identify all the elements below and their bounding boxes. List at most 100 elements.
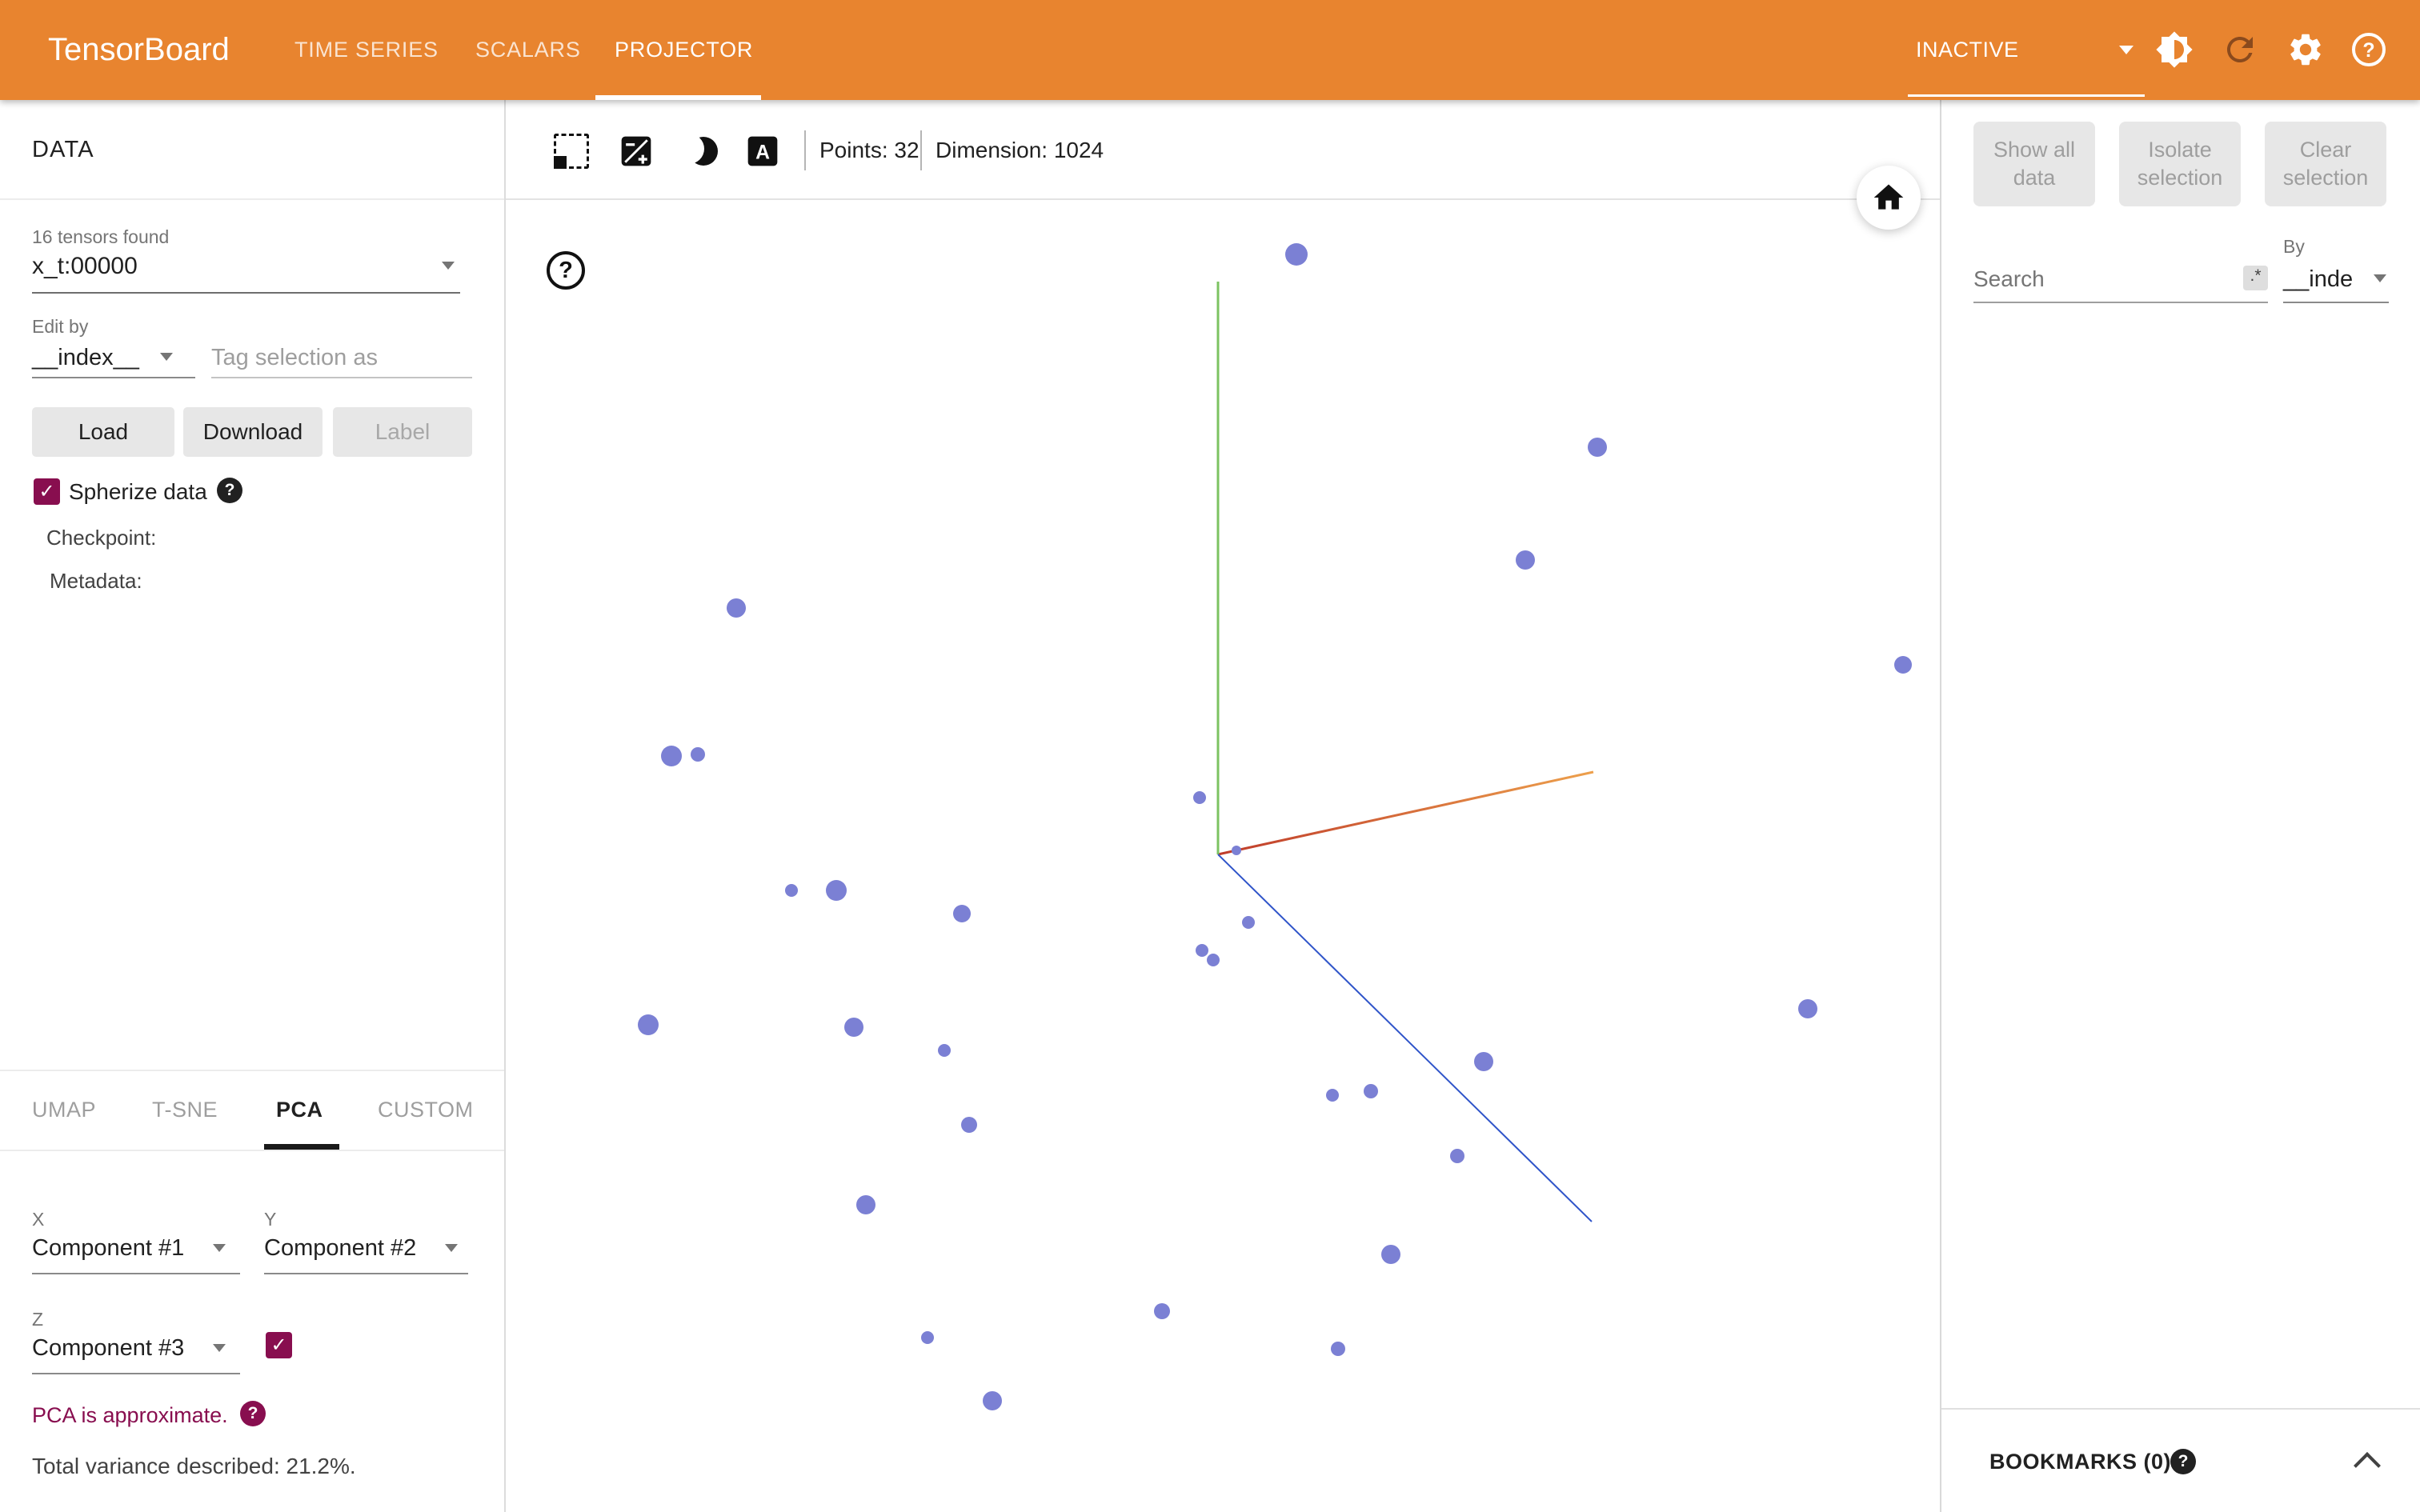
projection-scatter[interactable]	[506, 100, 1940, 1512]
help-icon[interactable]: ?	[2350, 30, 2388, 69]
data-point[interactable]	[1326, 1089, 1339, 1102]
pca-approximate-note: PCA is approximate.	[32, 1403, 228, 1428]
show-all-data-button: Show all data	[1973, 122, 2095, 206]
clear-selection-button: Clear selection	[2265, 122, 2386, 206]
data-point[interactable]	[953, 905, 971, 922]
tab-pca[interactable]: PCA	[276, 1089, 323, 1130]
data-point[interactable]	[1588, 438, 1607, 457]
bookmarks-bar: BOOKMARKS (0) ?	[1941, 1408, 2420, 1512]
data-point[interactable]	[1285, 243, 1308, 266]
help-icon[interactable]: ?	[217, 478, 242, 503]
data-point[interactable]	[1331, 1342, 1345, 1356]
active-tab-underline	[595, 95, 761, 100]
reset-view-button[interactable]	[1857, 166, 1921, 230]
tab-time-series[interactable]: TIME SERIES	[294, 0, 439, 100]
svg-text:?: ?	[2362, 39, 2374, 62]
data-point[interactable]	[785, 884, 798, 897]
data-point[interactable]	[826, 880, 847, 901]
data-point[interactable]	[1193, 791, 1206, 804]
data-point[interactable]	[921, 1331, 934, 1344]
label-button: Label	[333, 407, 472, 457]
refresh-icon[interactable]	[2221, 30, 2259, 69]
tab-tsne[interactable]: T-SNE	[152, 1089, 218, 1130]
variance-note: Total variance described: 21.2%.	[32, 1454, 356, 1479]
search-input[interactable]	[1973, 257, 2238, 302]
chevron-down-icon[interactable]	[213, 1244, 226, 1252]
status-underline	[1908, 94, 2145, 97]
z-enabled-checkbox[interactable]: ✓	[266, 1332, 292, 1358]
data-point[interactable]	[1154, 1303, 1170, 1319]
data-point[interactable]	[1364, 1084, 1378, 1098]
data-point[interactable]	[1207, 954, 1220, 966]
labels-icon[interactable]: A	[745, 134, 780, 169]
chevron-down-icon[interactable]	[2374, 274, 2386, 282]
edit-by-select[interactable]: __index__	[32, 340, 139, 375]
bookmarks-title: BOOKMARKS (0)	[1989, 1410, 2171, 1512]
component-x-select[interactable]: Component #1	[32, 1230, 184, 1266]
data-point[interactable]	[1894, 656, 1912, 674]
chevron-down-icon[interactable]	[445, 1244, 458, 1252]
night-mode-icon[interactable]	[683, 134, 719, 169]
data-point[interactable]	[1516, 550, 1535, 570]
underline	[1973, 302, 2268, 303]
chevron-down-icon[interactable]	[160, 353, 173, 361]
data-point[interactable]	[1450, 1149, 1464, 1163]
data-point[interactable]	[938, 1044, 951, 1057]
underline	[32, 1373, 240, 1374]
z-axis	[1218, 854, 1592, 1222]
data-point[interactable]	[856, 1195, 875, 1214]
data-point[interactable]	[1232, 846, 1241, 855]
canvas-help-icon[interactable]: ?	[547, 251, 585, 290]
component-y-select[interactable]: Component #2	[264, 1230, 416, 1266]
settings-gear-icon[interactable]	[2286, 30, 2325, 69]
component-z-select[interactable]: Component #3	[32, 1330, 184, 1366]
help-icon[interactable]: ?	[2170, 1449, 2196, 1474]
data-point[interactable]	[844, 1018, 863, 1037]
home-icon	[1871, 180, 1906, 215]
selection-box-icon[interactable]	[554, 134, 589, 169]
help-icon[interactable]: ?	[240, 1401, 266, 1426]
data-point[interactable]	[1798, 999, 1817, 1018]
data-point[interactable]	[1196, 944, 1208, 957]
tab-custom[interactable]: CUSTOM	[378, 1089, 474, 1130]
load-button[interactable]: Load	[32, 407, 174, 457]
regex-toggle[interactable]: .*	[2243, 266, 2268, 290]
data-point[interactable]	[638, 1014, 659, 1035]
metadata-label: Metadata:	[50, 569, 142, 594]
data-point[interactable]	[727, 598, 746, 618]
tensor-select[interactable]: x_t:00000	[32, 249, 138, 284]
x-axis	[1218, 772, 1593, 854]
chevron-up-icon[interactable]	[2354, 1452, 2381, 1479]
spherize-checkbox[interactable]: ✓	[34, 478, 60, 505]
exposure-icon[interactable]	[619, 134, 654, 169]
download-button[interactable]: Download	[183, 407, 323, 457]
data-panel: DATA 16 tensors found x_t:00000 Edit by …	[0, 100, 506, 1512]
projection-canvas: A Points: 32 Dimension: 1024 ?	[506, 100, 1940, 1512]
brightness-icon[interactable]	[2155, 30, 2194, 69]
data-point[interactable]	[1381, 1245, 1400, 1264]
data-point[interactable]	[1242, 916, 1255, 929]
underline	[32, 377, 195, 378]
tab-projector[interactable]: PROJECTOR	[615, 0, 753, 100]
run-status-dropdown[interactable]: INACTIVE	[1916, 0, 2019, 100]
tab-scalars[interactable]: SCALARS	[475, 0, 581, 100]
z-axis-label: Z	[32, 1309, 43, 1330]
active-proj-tab-underline	[264, 1144, 339, 1150]
tab-umap[interactable]: UMAP	[32, 1089, 96, 1130]
canvas-toolbar: A Points: 32 Dimension: 1024	[506, 100, 1940, 200]
edit-by-label: Edit by	[32, 316, 88, 338]
search-by-select[interactable]: __inde	[2283, 257, 2353, 302]
data-point[interactable]	[691, 747, 705, 762]
chevron-down-icon[interactable]	[213, 1344, 226, 1352]
divider	[0, 1070, 504, 1071]
chevron-down-icon[interactable]	[442, 262, 455, 270]
data-point[interactable]	[661, 746, 682, 766]
tag-selection-input[interactable]	[211, 340, 467, 375]
underline	[2283, 302, 2389, 303]
data-point[interactable]	[1474, 1052, 1493, 1071]
svg-text:A: A	[755, 142, 770, 164]
data-panel-title: DATA	[32, 130, 94, 170]
data-point[interactable]	[983, 1391, 1002, 1410]
data-point[interactable]	[961, 1117, 977, 1133]
chevron-down-icon[interactable]	[2119, 46, 2134, 54]
